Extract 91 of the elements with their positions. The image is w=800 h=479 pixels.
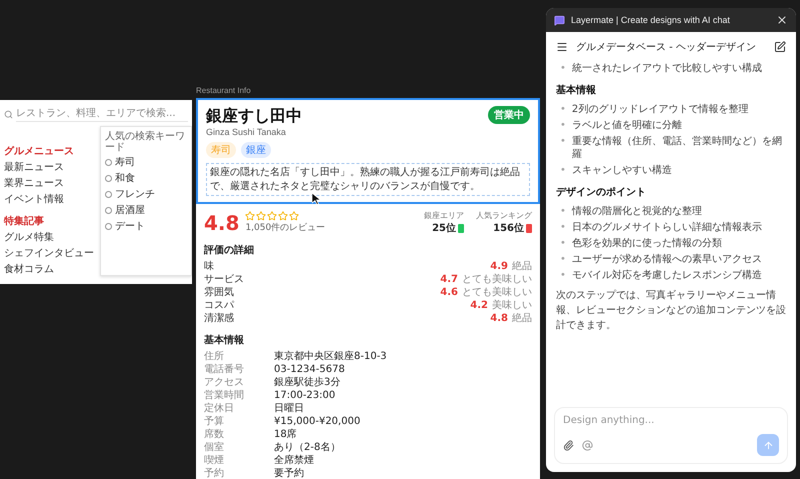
- info-label: 営業時間: [204, 389, 245, 402]
- info-value: 全席禁煙: [274, 454, 315, 467]
- category-tag: 寿司: [206, 142, 236, 158]
- info-label: アクセス: [204, 376, 245, 389]
- rating-score: 4.7: [440, 274, 458, 285]
- info-label: 予算: [204, 415, 225, 428]
- message-bullet: 2列のグリッドレイアウトで情報を整理: [572, 103, 748, 116]
- nav-link[interactable]: シェフインタビュー: [4, 246, 96, 260]
- bullet-marker: •: [560, 164, 566, 177]
- rating-label: 清潔感: [204, 312, 234, 325]
- bullet-marker: •: [560, 205, 566, 218]
- nav-link[interactable]: 食材コラム: [4, 262, 96, 276]
- rating-comment: とても美味しい: [462, 287, 532, 298]
- keyword-item[interactable]: 和食: [105, 171, 187, 185]
- nav-group-title: グルメニュース: [4, 145, 75, 158]
- rating-score: 4.2: [470, 300, 488, 311]
- ranking-label: 人気ランキング: [476, 210, 532, 221]
- bullet-marker: •: [560, 221, 566, 234]
- rating-score: 4.6: [440, 287, 458, 298]
- bullet-marker: •: [560, 135, 566, 149]
- chat-input-box[interactable]: Design anything...: [554, 407, 788, 464]
- info-label: 定休日: [204, 402, 235, 415]
- status-badge: 営業中: [488, 106, 530, 124]
- nav-link[interactable]: 最新ニュース: [4, 160, 96, 174]
- chat-title: Layermate | Create designs with AI chat: [571, 15, 731, 25]
- bullet-marker: •: [560, 253, 566, 266]
- message-bullet: モバイル対応を考慮したレスポンシブ構造: [572, 269, 762, 282]
- review-count: 1,050件のレビュー: [245, 222, 326, 234]
- rating-comment: 絶品: [512, 313, 532, 324]
- rating-score: 4.9: [490, 261, 508, 272]
- message-bullet: 色彩を効果的に使った情報の分類: [572, 237, 722, 250]
- message-bullet: ラベルと値を明確に分離: [572, 119, 682, 132]
- overall-score: 4.8: [204, 210, 240, 234]
- bullet-marker: •: [560, 119, 566, 132]
- keyword-item[interactable]: フレンチ: [105, 187, 187, 201]
- rating-score: 4.8: [490, 313, 508, 324]
- message-paragraph: 次のステップでは、写真ギャラリーやメニュー情報、レビューセクションなどの追加コンテンツを設計できます。: [556, 288, 786, 333]
- message-bullet: 重要な情報（住所、電話、営業時間など）を網羅: [572, 135, 783, 161]
- info-value: ¥15,000-¥20,000: [274, 415, 362, 428]
- info-value: 要予約: [274, 467, 305, 479]
- info-value: 18席: [274, 428, 298, 441]
- info-label: 電話番号: [204, 363, 245, 376]
- frame-label: Restaurant Info: [196, 86, 251, 95]
- bullet-marker: •: [560, 269, 566, 282]
- keyword-item[interactable]: 居酒屋: [105, 203, 187, 217]
- message-bullet: 情報の階層化と視覚的な整理: [572, 205, 702, 218]
- ranking-label: 銀座エリア: [424, 210, 464, 221]
- bullet-marker: •: [560, 62, 566, 75]
- message-bullet: 統一されたレイアウトで比較しやすい構成: [572, 62, 762, 75]
- keyword-item[interactable]: 寿司: [105, 155, 187, 169]
- info-value: 日曜日: [274, 402, 305, 415]
- section-title: 評価の詳細: [204, 244, 255, 257]
- info-label: 予約: [204, 467, 225, 479]
- rating-comment: 絶品: [512, 261, 532, 272]
- info-value: 17:00-23:00: [274, 389, 336, 402]
- bullet-marker: •: [560, 237, 566, 250]
- message-heading: 基本情報: [556, 84, 597, 97]
- info-value: 東京都中央区銀座8-10-3: [274, 350, 388, 363]
- search-field[interactable]: レストラン、料理、エリアで検索...: [16, 106, 188, 122]
- category-tag: 銀座: [241, 142, 271, 158]
- info-label: 個室: [204, 441, 225, 454]
- nav-link[interactable]: グルメ特集: [4, 230, 96, 244]
- ranking-value: 156位: [493, 222, 524, 235]
- dropdown-title: 人気の検索キーワード: [105, 131, 186, 153]
- bullet-marker: •: [560, 103, 566, 116]
- nav-link[interactable]: 業界ニュース: [4, 176, 96, 190]
- keyword-item[interactable]: デート: [105, 219, 187, 233]
- info-value: 03-1234-5678: [274, 363, 346, 376]
- conversation-title: グルメデータベース - ヘッダーデザイン: [576, 41, 757, 54]
- message-heading: デザインのポイント: [556, 186, 647, 199]
- info-label: 席数: [204, 428, 225, 441]
- rating-comment: 美味しい: [492, 300, 532, 311]
- info-label: 喫煙: [204, 454, 225, 467]
- ranking-value: 25位: [432, 222, 456, 235]
- message-bullet: スキャンしやすい構造: [572, 164, 672, 177]
- message-bullet: 日本のグルメサイトらしい詳細な情報表示: [572, 221, 762, 234]
- info-label: 住所: [204, 350, 225, 363]
- rating-label: 味: [204, 260, 214, 273]
- nav-group-title: 特集記事: [4, 214, 45, 228]
- nav-link[interactable]: イベント情報: [4, 192, 96, 206]
- rating-comment: とても美味しい: [462, 274, 532, 285]
- info-value: あり（2-8名）: [274, 441, 342, 454]
- section-title: 基本情報: [204, 334, 245, 347]
- rating-label: 雰囲気: [204, 286, 234, 299]
- restaurant-name: 銀座すし田中: [206, 106, 302, 127]
- rating-label: コスパ: [204, 299, 234, 312]
- restaurant-romaji: Ginza Sushi Tanaka: [206, 127, 287, 137]
- description: 銀座の隠れた名店「すし田中」。熟練の職人が握る江戸前寿司は絶品で、厳選されたネタと完璧なシャリのバランスが自慢です。: [206, 163, 530, 196]
- rating-label: サービス: [204, 273, 244, 286]
- info-value: 銀座駅徒歩3分: [274, 376, 342, 389]
- message-bullet: ユーザーが求める情報への素早いアクセス: [572, 253, 762, 266]
